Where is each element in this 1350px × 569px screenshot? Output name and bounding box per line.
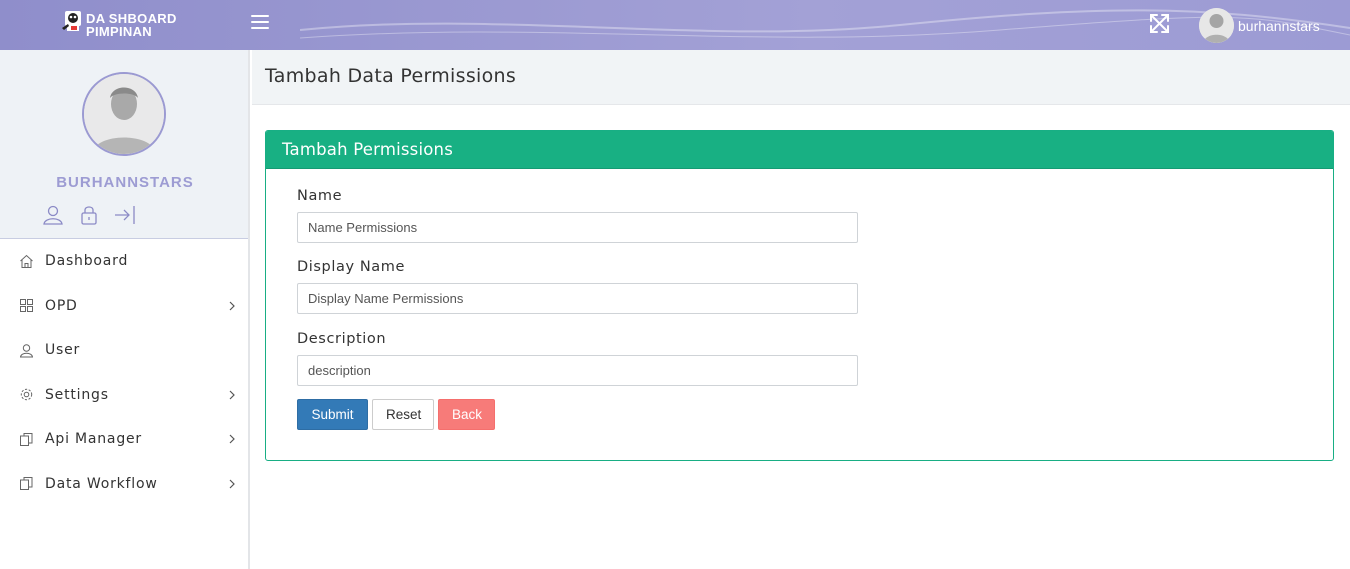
sidebar-item-label: User [45, 342, 81, 359]
username-label: burhannstars [1238, 17, 1320, 34]
sidebar-item-user[interactable]: User [0, 328, 248, 373]
reset-button[interactable]: Reset [372, 399, 434, 430]
name-label: Name [297, 188, 343, 204]
sidebar-item-data-workflow[interactable]: Data Workflow [0, 462, 248, 507]
sidebar-item-api-manager[interactable]: Api Manager [0, 417, 248, 462]
logout-icon[interactable] [114, 204, 136, 226]
back-button[interactable]: Back [438, 399, 495, 430]
content-header: Tambah Data Permissions [252, 50, 1350, 105]
user-menu[interactable]: burhannstars [1199, 8, 1320, 43]
user-profile-panel: BURHANNSTARS [0, 50, 248, 239]
display-name-field-group: Display Name [297, 259, 859, 314]
name-field-group: Name [297, 188, 859, 243]
avatar [1199, 8, 1234, 43]
hamburger-icon[interactable] [251, 15, 269, 31]
chevron-right-icon [229, 479, 235, 489]
chevron-right-icon [229, 301, 235, 311]
description-label: Description [297, 331, 387, 347]
copy-icon [20, 432, 33, 446]
card-title: Tambah Permissions [282, 140, 454, 159]
lock-icon[interactable] [78, 204, 100, 226]
copy-icon [20, 477, 33, 491]
user-icon [19, 344, 34, 358]
sidebar-item-label: Data Workflow [45, 475, 158, 492]
home-icon [20, 254, 33, 268]
sidebar-item-settings[interactable]: Settings [0, 373, 248, 418]
chevron-right-icon [229, 434, 235, 444]
expand-icon[interactable] [1149, 13, 1170, 34]
sidebar-menu: Dashboard OPD User Settings Api Manager … [0, 239, 248, 506]
sidebar-item-label: Api Manager [45, 431, 142, 448]
form-actions: Submit Reset Back [297, 399, 499, 430]
logo-title-line2: PIMPINAN [86, 24, 152, 39]
display-name-input[interactable] [297, 283, 858, 314]
profile-avatar [82, 72, 166, 156]
profile-name: BURHANNSTARS [56, 174, 194, 191]
display-name-label: Display Name [297, 259, 406, 275]
description-field-group: Description [297, 331, 859, 386]
sidebar: BURHANNSTARS Dashboard OPD User Settings… [0, 50, 250, 569]
grid-icon [20, 299, 33, 313]
logo-mascot-icon [62, 10, 84, 34]
card-header: Tambah Permissions [266, 131, 1333, 169]
sidebar-item-label: Settings [45, 386, 109, 403]
name-input[interactable] [297, 212, 858, 243]
top-navbar: DA SHBOARD PIMPINAN burhannstars [0, 0, 1350, 50]
submit-button[interactable]: Submit [297, 399, 368, 430]
user-icon[interactable] [42, 204, 64, 226]
sidebar-item-dashboard[interactable]: Dashboard [0, 239, 248, 284]
brand-logo[interactable]: DA SHBOARD PIMPINAN [62, 10, 177, 40]
permissions-form-card: Tambah Permissions Name Display Name Des… [265, 130, 1334, 461]
sidebar-item-opd[interactable]: OPD [0, 284, 248, 329]
header-wave-decoration [300, 9, 1350, 39]
sidebar-item-label: OPD [45, 297, 78, 314]
chevron-right-icon [229, 390, 235, 400]
page-title: Tambah Data Permissions [265, 65, 517, 87]
gear-icon [20, 389, 33, 401]
description-input[interactable] [297, 355, 858, 386]
sidebar-item-label: Dashboard [45, 253, 129, 270]
